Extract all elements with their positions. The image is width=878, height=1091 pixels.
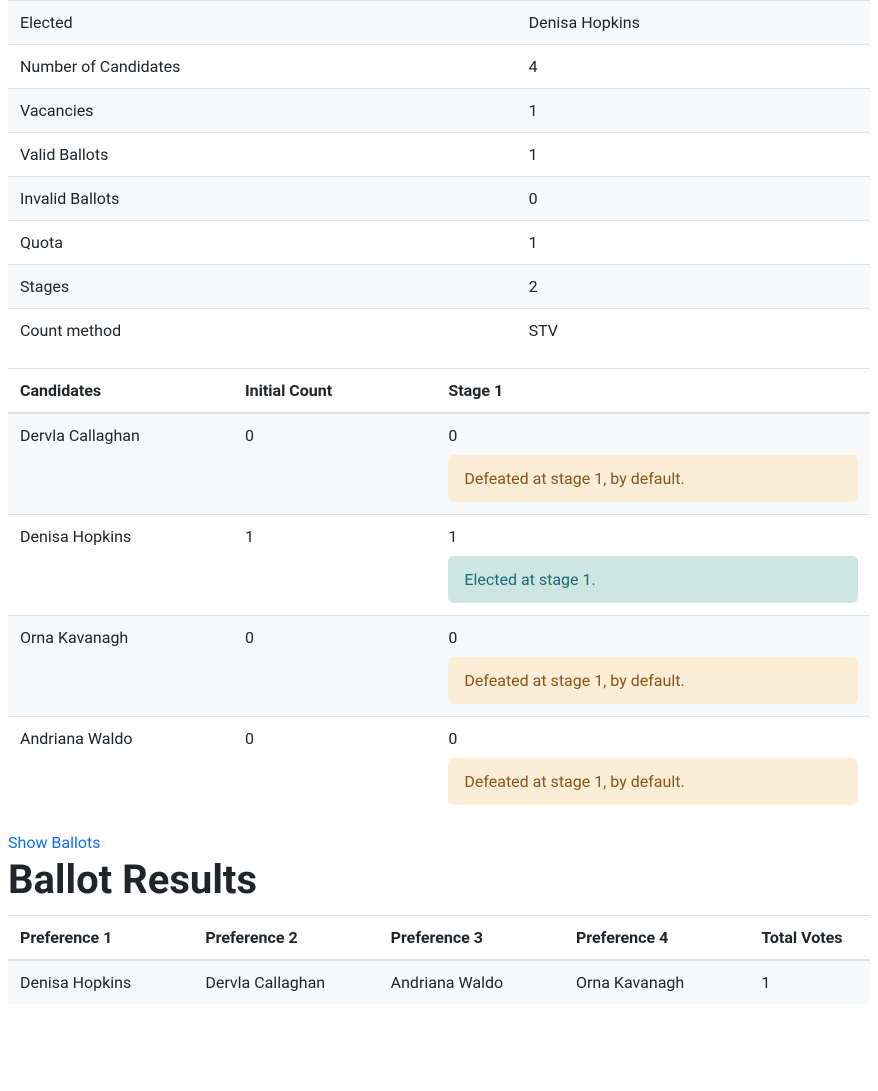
ballot-p4: Orna Kavanagh (564, 960, 749, 1004)
stages-header-row: Candidates Initial Count Stage 1 (8, 369, 870, 414)
stages-header-initial: Initial Count (233, 369, 436, 414)
summary-row: Quota 1 (8, 221, 870, 265)
summary-value: 0 (517, 177, 870, 221)
summary-value: 2 (517, 265, 870, 309)
summary-row: Invalid Ballots 0 (8, 177, 870, 221)
candidate-initial: 1 (233, 515, 436, 616)
ballot-p3: Andriana Waldo (379, 960, 564, 1004)
summary-value: STV (517, 309, 870, 353)
summary-row: Stages 2 (8, 265, 870, 309)
ballot-results-table: Preference 1 Preference 2 Preference 3 P… (8, 915, 870, 1004)
candidate-name: Dervla Callaghan (8, 413, 233, 515)
stages-row: Andriana Waldo 0 0 Defeated at stage 1, … (8, 717, 870, 818)
status-badge-elected: Elected at stage 1. (448, 556, 858, 603)
summary-table: Elected Denisa Hopkins Number of Candida… (8, 0, 870, 352)
summary-tbody: Elected Denisa Hopkins Number of Candida… (8, 1, 870, 353)
candidate-initial: 0 (233, 717, 436, 818)
stages-row: Denisa Hopkins 1 1 Elected at stage 1. (8, 515, 870, 616)
summary-row: Count method STV (8, 309, 870, 353)
summary-value: 1 (517, 221, 870, 265)
candidate-stage1-cell: 0 Defeated at stage 1, by default. (436, 717, 870, 818)
ballot-header-total: Total Votes (749, 916, 870, 961)
candidate-name: Andriana Waldo (8, 717, 233, 818)
summary-label: Stages (8, 265, 517, 309)
summary-label: Invalid Ballots (8, 177, 517, 221)
summary-label: Valid Ballots (8, 133, 517, 177)
stages-row: Dervla Callaghan 0 0 Defeated at stage 1… (8, 413, 870, 515)
status-badge-defeated: Defeated at stage 1, by default. (448, 657, 858, 704)
status-badge-defeated: Defeated at stage 1, by default. (448, 455, 858, 502)
ballot-p2: Dervla Callaghan (193, 960, 378, 1004)
ballot-header-p3: Preference 3 (379, 916, 564, 961)
ballot-header-p4: Preference 4 (564, 916, 749, 961)
summary-label: Elected (8, 1, 517, 45)
candidate-stage1-cell: 0 Defeated at stage 1, by default. (436, 413, 870, 515)
stages-header-candidates: Candidates (8, 369, 233, 414)
summary-label: Count method (8, 309, 517, 353)
summary-row: Number of Candidates 4 (8, 45, 870, 89)
summary-row: Elected Denisa Hopkins (8, 1, 870, 45)
summary-row: Valid Ballots 1 (8, 133, 870, 177)
stages-header-stage1: Stage 1 (436, 369, 870, 414)
candidate-stage1-value: 1 (448, 527, 457, 546)
summary-value: 1 (517, 133, 870, 177)
ballot-row: Denisa Hopkins Dervla Callaghan Andriana… (8, 960, 870, 1004)
ballot-total: 1 (749, 960, 870, 1004)
ballot-header-p2: Preference 2 (193, 916, 378, 961)
candidate-stage1-cell: 1 Elected at stage 1. (436, 515, 870, 616)
candidate-stage1-value: 0 (448, 426, 457, 445)
summary-row: Vacancies 1 (8, 89, 870, 133)
candidate-name: Denisa Hopkins (8, 515, 233, 616)
ballot-header-p1: Preference 1 (8, 916, 193, 961)
candidate-stage1-value: 0 (448, 729, 457, 748)
ballot-results-heading: Ballot Results (8, 856, 870, 903)
candidate-name: Orna Kavanagh (8, 616, 233, 717)
ballot-header-row: Preference 1 Preference 2 Preference 3 P… (8, 916, 870, 961)
summary-value: 1 (517, 89, 870, 133)
summary-label: Vacancies (8, 89, 517, 133)
ballot-p1: Denisa Hopkins (8, 960, 193, 1004)
candidate-stage1-value: 0 (448, 628, 457, 647)
stages-row: Orna Kavanagh 0 0 Defeated at stage 1, b… (8, 616, 870, 717)
stages-table: Candidates Initial Count Stage 1 Dervla … (8, 368, 870, 817)
status-badge-defeated: Defeated at stage 1, by default. (448, 758, 858, 805)
summary-value: 4 (517, 45, 870, 89)
summary-label: Quota (8, 221, 517, 265)
candidate-initial: 0 (233, 413, 436, 515)
summary-value: Denisa Hopkins (517, 1, 870, 45)
summary-label: Number of Candidates (8, 45, 517, 89)
show-ballots-link[interactable]: Show Ballots (8, 833, 101, 852)
candidate-stage1-cell: 0 Defeated at stage 1, by default. (436, 616, 870, 717)
candidate-initial: 0 (233, 616, 436, 717)
